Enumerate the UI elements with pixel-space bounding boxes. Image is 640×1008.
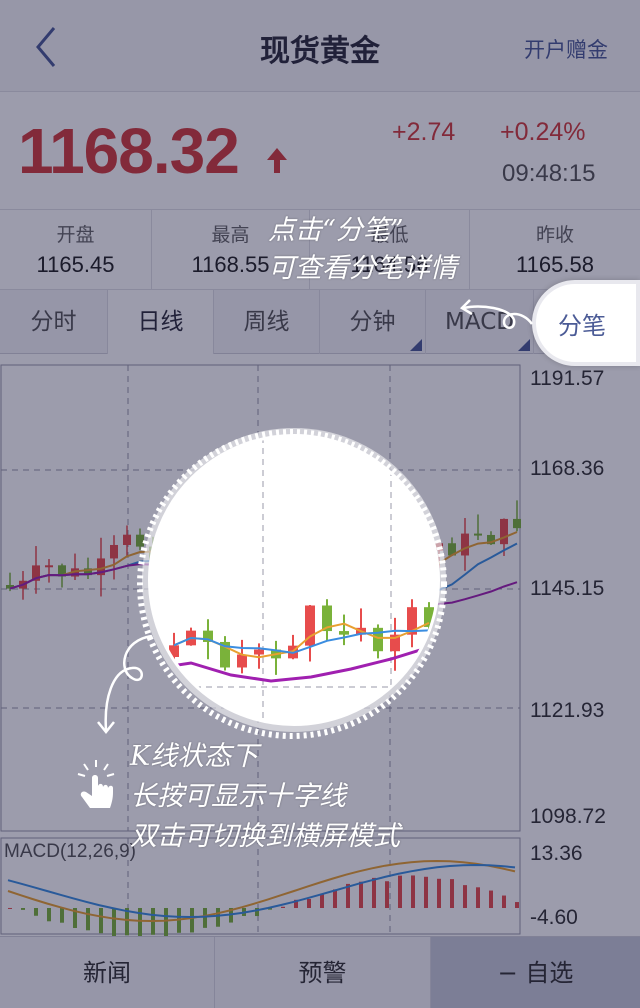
candle-body bbox=[237, 654, 247, 668]
candle-body bbox=[339, 631, 349, 635]
magnifier-grid bbox=[151, 437, 437, 723]
tip-line: K线状态下 bbox=[130, 741, 259, 772]
tip-line: 双击可切换到横屏模式 bbox=[130, 821, 400, 852]
curved-arrow-icon bbox=[97, 634, 153, 735]
tip-chart: K线状态下 长按可显示十字线 双击可切换到横屏模式 bbox=[130, 737, 400, 857]
tip-line: 点击“分笔” bbox=[268, 215, 404, 246]
tip-line: 可查看分笔详情 bbox=[268, 253, 457, 284]
magnifier-lens bbox=[148, 434, 440, 726]
magnifier-chart bbox=[151, 437, 437, 723]
tip-ticks: 点击“分笔” 可查看分笔详情 bbox=[268, 212, 457, 288]
tip-line: 长按可显示十字线 bbox=[130, 781, 346, 812]
curved-arrow-icon bbox=[459, 299, 534, 329]
pointing-hand-icon bbox=[77, 760, 115, 808]
candle-body bbox=[254, 649, 264, 655]
highlighted-tab-label: 分笔 bbox=[558, 312, 606, 340]
candle-body bbox=[169, 645, 179, 657]
